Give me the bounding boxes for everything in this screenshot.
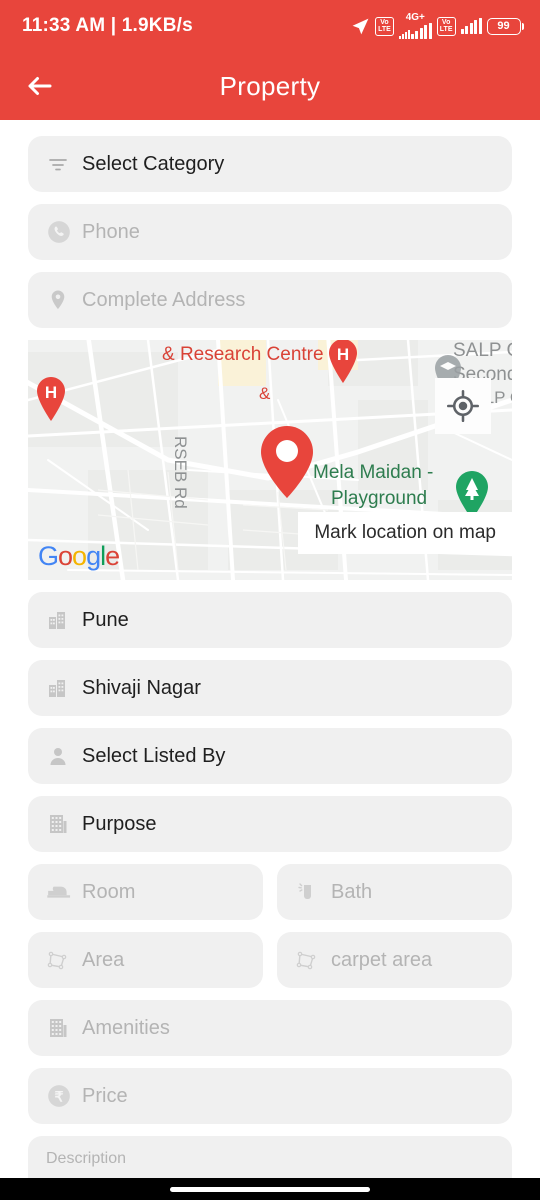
field-area-placeholder: Area [82, 948, 125, 971]
field-area[interactable]: Area [28, 932, 263, 988]
hospital-pin: H [37, 377, 65, 421]
field-phone-placeholder: Phone [82, 220, 140, 243]
field-city-value: Pune [82, 608, 129, 631]
signal-bars-icon: 4G+ [398, 12, 432, 39]
location-map[interactable]: & Research Centre & SALP G Second SALP G… [28, 340, 512, 580]
row-area-carpet: Area carpet area [28, 932, 512, 988]
home-indicator-pill[interactable] [170, 1186, 370, 1192]
google-logo: Google [38, 541, 120, 571]
field-purpose[interactable]: Purpose [28, 796, 512, 852]
page-title: Property [219, 70, 321, 101]
volte-icon: Vo LTE [375, 16, 394, 36]
form-content: Select Category Phone Complete Address &… [0, 120, 540, 1192]
field-description-placeholder: Description [46, 1150, 127, 1167]
selected-location-pin [261, 426, 313, 498]
bed-icon [46, 879, 76, 905]
field-address-placeholder: Complete Address [82, 288, 246, 311]
my-location-crosshair-icon [446, 389, 480, 423]
field-category[interactable]: Select Category [28, 136, 512, 192]
svg-text:H: H [337, 345, 349, 364]
status-separator: | [110, 15, 117, 36]
hospital-pin: H [329, 340, 357, 383]
status-bar: 11:33 AM | 1.9KB/s Vo LTE 4G+ Vo LTE 99 [0, 0, 540, 52]
svg-text:₹: ₹ [55, 1088, 64, 1104]
person-icon [46, 744, 76, 768]
field-room[interactable]: Room [28, 864, 263, 920]
field-room-placeholder: Room [82, 880, 136, 903]
filter-icon [46, 152, 76, 176]
field-bath[interactable]: Bath [277, 864, 512, 920]
back-button[interactable] [18, 64, 62, 108]
field-carpet-area[interactable]: carpet area [277, 932, 512, 988]
field-listed-by-label: Select Listed By [82, 744, 226, 767]
signal-bars-icon [460, 18, 482, 34]
field-purpose-label: Purpose [82, 812, 157, 835]
area-polygon-icon [46, 948, 76, 972]
system-navigation-bar [0, 1178, 540, 1200]
phone-icon [46, 219, 76, 245]
back-arrow-icon [28, 77, 52, 95]
field-amenities[interactable]: Amenities [28, 1000, 512, 1056]
city-building-icon [46, 608, 76, 632]
status-time: 11:33 AM [22, 15, 106, 36]
field-locality-value: Shivaji Nagar [82, 676, 201, 699]
status-bar-left: 11:33 AM | 1.9KB/s [22, 15, 193, 37]
field-address[interactable]: Complete Address [28, 272, 512, 328]
field-locality[interactable]: Shivaji Nagar [28, 660, 512, 716]
app-root: 11:33 AM | 1.9KB/s Vo LTE 4G+ Vo LTE 99 … [0, 0, 540, 1200]
field-amenities-placeholder: Amenities [82, 1016, 170, 1039]
apartment-icon [46, 1016, 76, 1040]
field-bath-placeholder: Bath [331, 880, 373, 903]
svg-text:H: H [45, 383, 57, 402]
map-tooltip: Mark location on map [298, 512, 512, 554]
status-data-rate: 1.9KB/s [121, 15, 193, 36]
volte-icon: Vo LTE [436, 16, 456, 36]
field-price[interactable]: ₹ Price [28, 1068, 512, 1124]
status-bar-right: Vo LTE 4G+ Vo LTE 99 [351, 13, 524, 39]
navigation-arrow-icon [352, 18, 369, 34]
battery-level: 99 [497, 20, 510, 32]
my-location-button[interactable] [435, 378, 491, 434]
field-category-label: Select Category [82, 152, 225, 175]
row-room-bath: Room Bath [28, 864, 512, 920]
field-city[interactable]: Pune [28, 592, 512, 648]
rupee-icon: ₹ [46, 1083, 76, 1109]
city-building-icon [46, 676, 76, 700]
battery-icon: 99 [486, 17, 524, 35]
field-price-placeholder: Price [82, 1084, 128, 1107]
app-bar: Property [0, 52, 540, 120]
shower-icon [295, 880, 325, 904]
area-polygon-icon [295, 948, 325, 972]
field-listed-by[interactable]: Select Listed By [28, 728, 512, 784]
apartment-icon [46, 812, 76, 836]
field-phone[interactable]: Phone [28, 204, 512, 260]
network-type-label: 4G+ [405, 12, 425, 23]
field-carpet-area-placeholder: carpet area [331, 948, 433, 971]
location-pin-icon [46, 288, 76, 312]
